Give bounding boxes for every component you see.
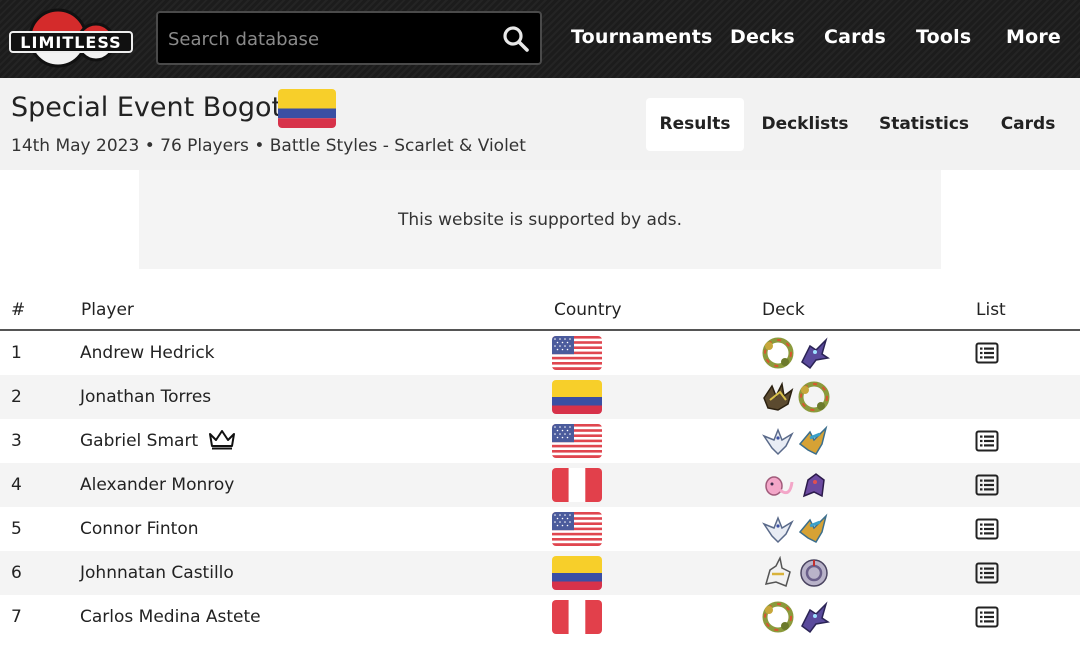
player-cell[interactable]: Andrew Hedrick (80, 331, 215, 375)
usa-flag-icon (552, 336, 602, 370)
deck-icons[interactable] (760, 512, 836, 546)
deck-icons[interactable] (760, 336, 836, 370)
colombia-flag-icon (278, 89, 336, 128)
limitless-logo-icon: LIMITLESS (9, 8, 133, 68)
header-list: List (976, 300, 1006, 320)
giratina-icon (796, 556, 832, 590)
ad-text: This website is supported by ads. (397, 210, 683, 230)
top-navbar: LIMITLESS Tournaments Decks Cards Tools … (0, 0, 1080, 78)
usa-flag-icon (552, 512, 602, 546)
deck-icons[interactable] (760, 468, 836, 502)
regidrago-icon (760, 336, 796, 370)
tab-statistics[interactable]: Statistics (870, 98, 978, 151)
event-header: Special Event Bogotá 14th May 2023 • 76 … (0, 78, 1080, 170)
table-row: 6 Johnnatan Castillo (0, 551, 1080, 595)
player-name-link[interactable]: Connor Finton (80, 519, 199, 539)
event-subtitle: 14th May 2023 • 76 Players • Battle Styl… (11, 136, 526, 156)
search-box (156, 11, 542, 65)
table-row: 7 Carlos Medina Astete (0, 595, 1080, 639)
lugia-icon (760, 424, 796, 458)
mew-icon (760, 468, 796, 502)
table-row: 4 Alexander Monroy (0, 463, 1080, 507)
usa-flag-icon (552, 424, 602, 458)
table-row: 1 Andrew Hedrick (0, 331, 1080, 375)
player-cell[interactable]: Carlos Medina Astete (80, 595, 261, 639)
colombia-flag-icon (552, 380, 602, 414)
header-country: Country (554, 300, 622, 320)
player-cell[interactable]: Connor Finton (80, 507, 199, 551)
player-name-link[interactable]: Alexander Monroy (80, 475, 234, 495)
peru-flag-icon (552, 600, 602, 634)
player-cell[interactable]: Gabriel Smart (80, 419, 236, 463)
header-player: Player (81, 300, 134, 320)
nav-more[interactable]: More (1006, 26, 1061, 48)
decklist-icon[interactable] (975, 562, 999, 584)
logo-text: LIMITLESS (20, 33, 121, 52)
tab-cards[interactable]: Cards (990, 98, 1066, 151)
player-cell[interactable]: Alexander Monroy (80, 463, 234, 507)
nav-tournaments[interactable]: Tournaments (571, 26, 713, 48)
header-rank: # (11, 300, 26, 320)
deck-icons[interactable] (760, 600, 836, 634)
decklist-icon[interactable] (975, 474, 999, 496)
table-row: 2 Jonathan Torres (0, 375, 1080, 419)
sableye-icon (796, 336, 832, 370)
nav-decks[interactable]: Decks (730, 26, 795, 48)
player-cell[interactable]: Jonathan Torres (80, 375, 211, 419)
header-deck: Deck (762, 300, 805, 320)
regidrago-icon (796, 380, 832, 414)
deck-icons[interactable] (760, 380, 836, 414)
deck-icons[interactable] (760, 424, 836, 458)
lugia-icon (760, 512, 796, 546)
search-icon[interactable] (502, 25, 530, 53)
archeops-icon (796, 512, 832, 546)
player-name-link[interactable]: Jonathan Torres (80, 387, 211, 407)
ad-placeholder: This website is supported by ads. (139, 170, 941, 269)
colombia-flag-icon (552, 556, 602, 590)
zacian-dragon-icon (760, 380, 796, 414)
player-name-link[interactable]: Gabriel Smart (80, 431, 198, 451)
event-title: Special Event Bogotá (11, 92, 299, 123)
player-name-link[interactable]: Carlos Medina Astete (80, 607, 261, 627)
crown-icon (208, 428, 236, 450)
rank-cell: 1 (11, 343, 22, 363)
rank-cell: 2 (11, 387, 22, 407)
peru-flag-icon (552, 468, 602, 502)
tab-decklists[interactable]: Decklists (752, 98, 858, 151)
search-input[interactable] (168, 25, 488, 53)
table-row: 3 Gabriel Smart (0, 419, 1080, 463)
genesect-icon (796, 468, 832, 502)
nav-cards[interactable]: Cards (824, 26, 886, 48)
archeops-icon (796, 424, 832, 458)
rank-cell: 7 (11, 607, 22, 627)
rank-cell: 3 (11, 431, 22, 451)
decklist-icon[interactable] (975, 606, 999, 628)
decklist-icon[interactable] (975, 342, 999, 364)
tab-results[interactable]: Results (646, 98, 744, 151)
nav-tools[interactable]: Tools (916, 26, 971, 48)
decklist-icon[interactable] (975, 518, 999, 540)
table-row: 5 Connor Finton (0, 507, 1080, 551)
player-cell[interactable]: Johnnatan Castillo (80, 551, 234, 595)
regidrago-icon (760, 600, 796, 634)
sableye-icon (796, 600, 832, 634)
arceus-icon (760, 556, 796, 590)
decklist-icon[interactable] (975, 430, 999, 452)
limitless-logo[interactable]: LIMITLESS (8, 8, 136, 68)
rank-cell: 4 (11, 475, 22, 495)
player-name-link[interactable]: Andrew Hedrick (80, 343, 215, 363)
player-name-link[interactable]: Johnnatan Castillo (80, 563, 234, 583)
rank-cell: 6 (11, 563, 22, 583)
deck-icons[interactable] (760, 556, 836, 590)
rank-cell: 5 (11, 519, 22, 539)
